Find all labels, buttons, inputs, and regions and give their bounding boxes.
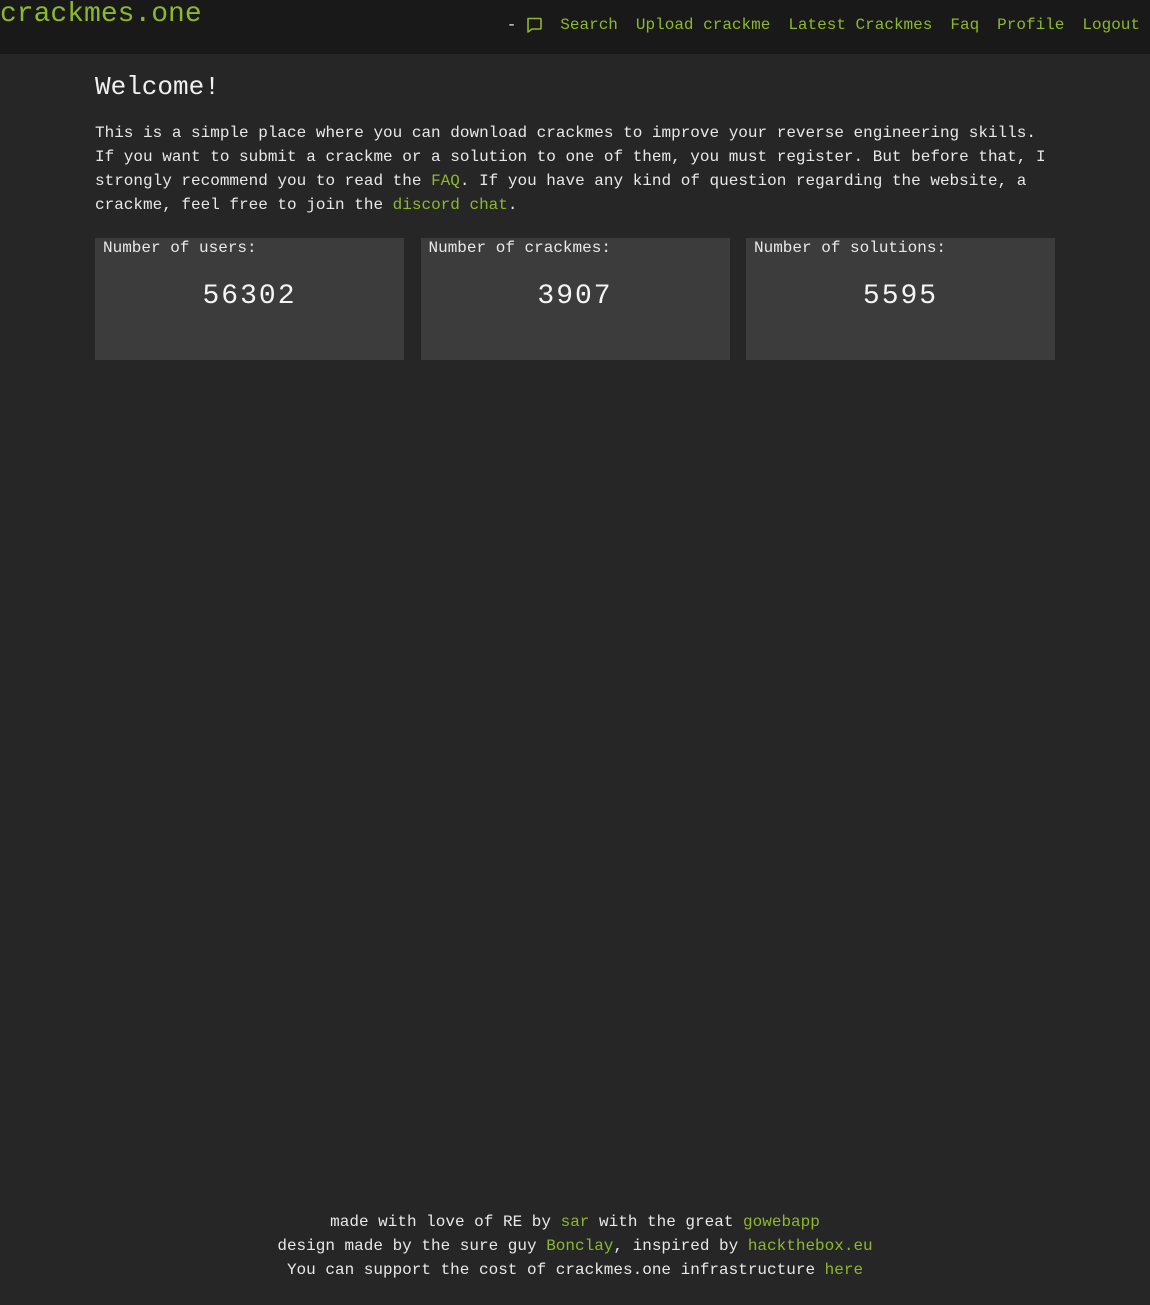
nav-profile-link[interactable]: Profile <box>997 14 1064 36</box>
footer: made with love of RE by sar with the gre… <box>0 1210 1150 1282</box>
stat-value: 56302 <box>202 281 297 312</box>
stat-label: Number of solutions: <box>754 239 947 257</box>
message-square-icon[interactable] <box>526 17 543 33</box>
nav-logout-link[interactable]: Logout <box>1082 14 1140 36</box>
nav-menu: - Search Upload crackme Latest Crackmes … <box>507 14 1140 36</box>
nav-upload-crackme-link[interactable]: Upload crackme <box>636 14 770 36</box>
intro-text-3: . <box>507 196 518 214</box>
footer-line-credits: made with love of RE by sar with the gre… <box>0 1210 1150 1234</box>
stat-label: Number of crackmes: <box>428 239 611 257</box>
nav-search-link[interactable]: Search <box>560 14 618 36</box>
main-content: Welcome! This is a simple place where yo… <box>95 70 1055 360</box>
bonclay-link[interactable]: Bonclay <box>546 1237 613 1255</box>
stat-value: 3907 <box>537 281 613 312</box>
nav-latest-crackmes-link[interactable]: Latest Crackmes <box>788 14 932 36</box>
stat-card-solutions: Number of solutions: 5595 <box>746 238 1055 360</box>
footer-text: You can support the cost of crackmes.one… <box>286 1261 825 1279</box>
discord-chat-link[interactable]: discord chat <box>393 196 508 214</box>
top-navbar: crackmes.one - Search Upload crackme Lat… <box>0 0 1150 54</box>
footer-text: made with love of RE by <box>330 1213 561 1231</box>
page-title: Welcome! <box>95 72 220 102</box>
nav-faq-link[interactable]: Faq <box>950 14 979 36</box>
stats-row: Number of users: 56302 Number of crackme… <box>95 238 1055 360</box>
footer-text: design made by the sure guy <box>277 1237 547 1255</box>
gowebapp-link[interactable]: gowebapp <box>743 1213 820 1231</box>
stat-card-users: Number of users: 56302 <box>95 238 404 360</box>
sar-link[interactable]: sar <box>561 1213 590 1231</box>
site-logo[interactable]: crackmes.one <box>0 0 202 30</box>
footer-line-design: design made by the sure guy Bonclay, ins… <box>0 1234 1150 1258</box>
intro-paragraph: This is a simple place where you can dow… <box>95 121 1055 217</box>
faq-link[interactable]: FAQ <box>431 172 460 190</box>
footer-text: , inspired by <box>613 1237 748 1255</box>
footer-text: with the great <box>589 1213 744 1231</box>
stat-label: Number of users: <box>103 239 257 257</box>
nav-separator: - <box>506 16 517 34</box>
hackthebox-link[interactable]: hackthebox.eu <box>748 1237 873 1255</box>
footer-line-support: You can support the cost of crackmes.one… <box>0 1258 1150 1282</box>
support-here-link[interactable]: here <box>825 1261 863 1279</box>
stat-card-crackmes: Number of crackmes: 3907 <box>420 238 730 360</box>
stat-value: 5595 <box>862 281 939 312</box>
